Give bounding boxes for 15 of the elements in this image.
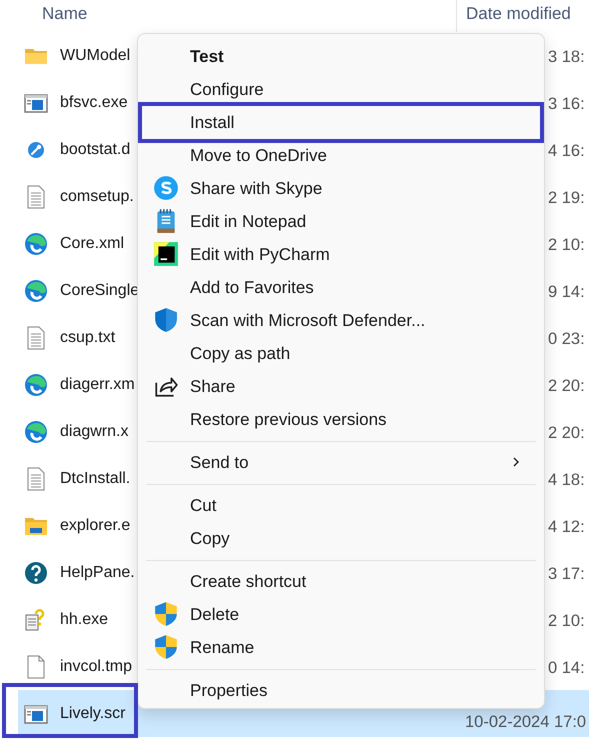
date-modified: 0 23: (548, 329, 585, 350)
date-modified: 2 10: (548, 235, 585, 256)
date-modified: 9 14: (548, 282, 585, 303)
date-modified: 4 12: (548, 517, 585, 538)
date-modified: 2 10: (548, 611, 585, 632)
date-modified: 10-02-2024 17:0 (465, 712, 586, 733)
date-modified: 0 14: (548, 658, 585, 679)
date-modified: 4 18: (548, 470, 585, 491)
date-modified: 3 18: (548, 47, 585, 68)
date-modified: 3 17: (548, 564, 585, 585)
date-modified: 2 20: (548, 376, 585, 397)
date-modified: 2 20: (548, 423, 585, 444)
date-modified: 4 16: (548, 141, 585, 162)
date-modified: 3 16: (548, 94, 585, 115)
date-modified: 2 19: (548, 188, 585, 209)
